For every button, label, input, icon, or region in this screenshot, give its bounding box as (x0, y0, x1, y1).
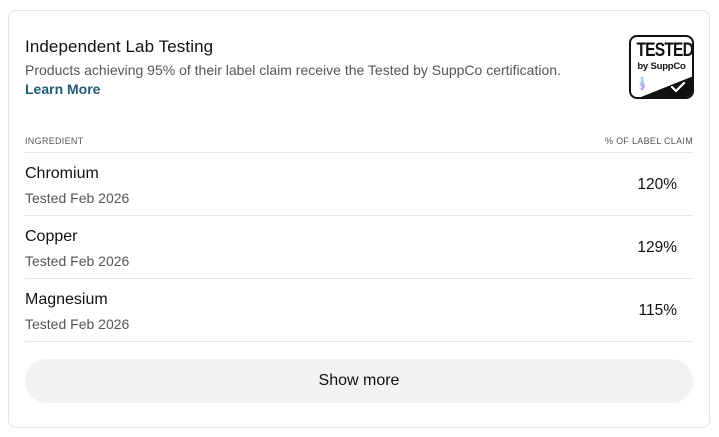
column-header-label-claim: % OF LABEL CLAIM (605, 136, 693, 146)
column-header-ingredient: INGREDIENT (25, 136, 84, 146)
table-row: Copper Tested Feb 2026 129% (25, 215, 693, 278)
section-subtitle: Products achieving 95% of their label cl… (25, 62, 561, 78)
label-claim-percent: 115% (638, 302, 678, 319)
tested-date: Tested Feb 2026 (25, 190, 130, 206)
tested-by-suppco-badge: TESTED by SuppCo (629, 35, 694, 99)
label-claim-percent: 129% (637, 239, 677, 256)
ingredient-name: Chromium (25, 165, 99, 182)
table-bottom-divider (25, 341, 693, 342)
label-claim-percent: 120% (637, 176, 677, 193)
tested-date: Tested Feb 2026 (25, 253, 130, 269)
tested-date: Tested Feb 2026 (25, 316, 130, 332)
table-row: Chromium Tested Feb 2026 120% (25, 152, 693, 215)
learn-more-link[interactable]: Learn More (25, 81, 100, 97)
lab-testing-card: Independent Lab Testing Products achievi… (8, 10, 710, 428)
table-row: Magnesium Tested Feb 2026 115% (25, 278, 693, 341)
ingredient-name: Copper (25, 228, 78, 245)
section-title: Independent Lab Testing (25, 37, 214, 56)
badge-by-label: by SuppCo (637, 61, 686, 72)
table-header: INGREDIENT % OF LABEL CLAIM (25, 136, 693, 152)
show-more-button[interactable]: Show more (25, 359, 693, 403)
badge-tested-label: TESTED (636, 40, 694, 61)
ingredient-name: Magnesium (25, 291, 108, 308)
